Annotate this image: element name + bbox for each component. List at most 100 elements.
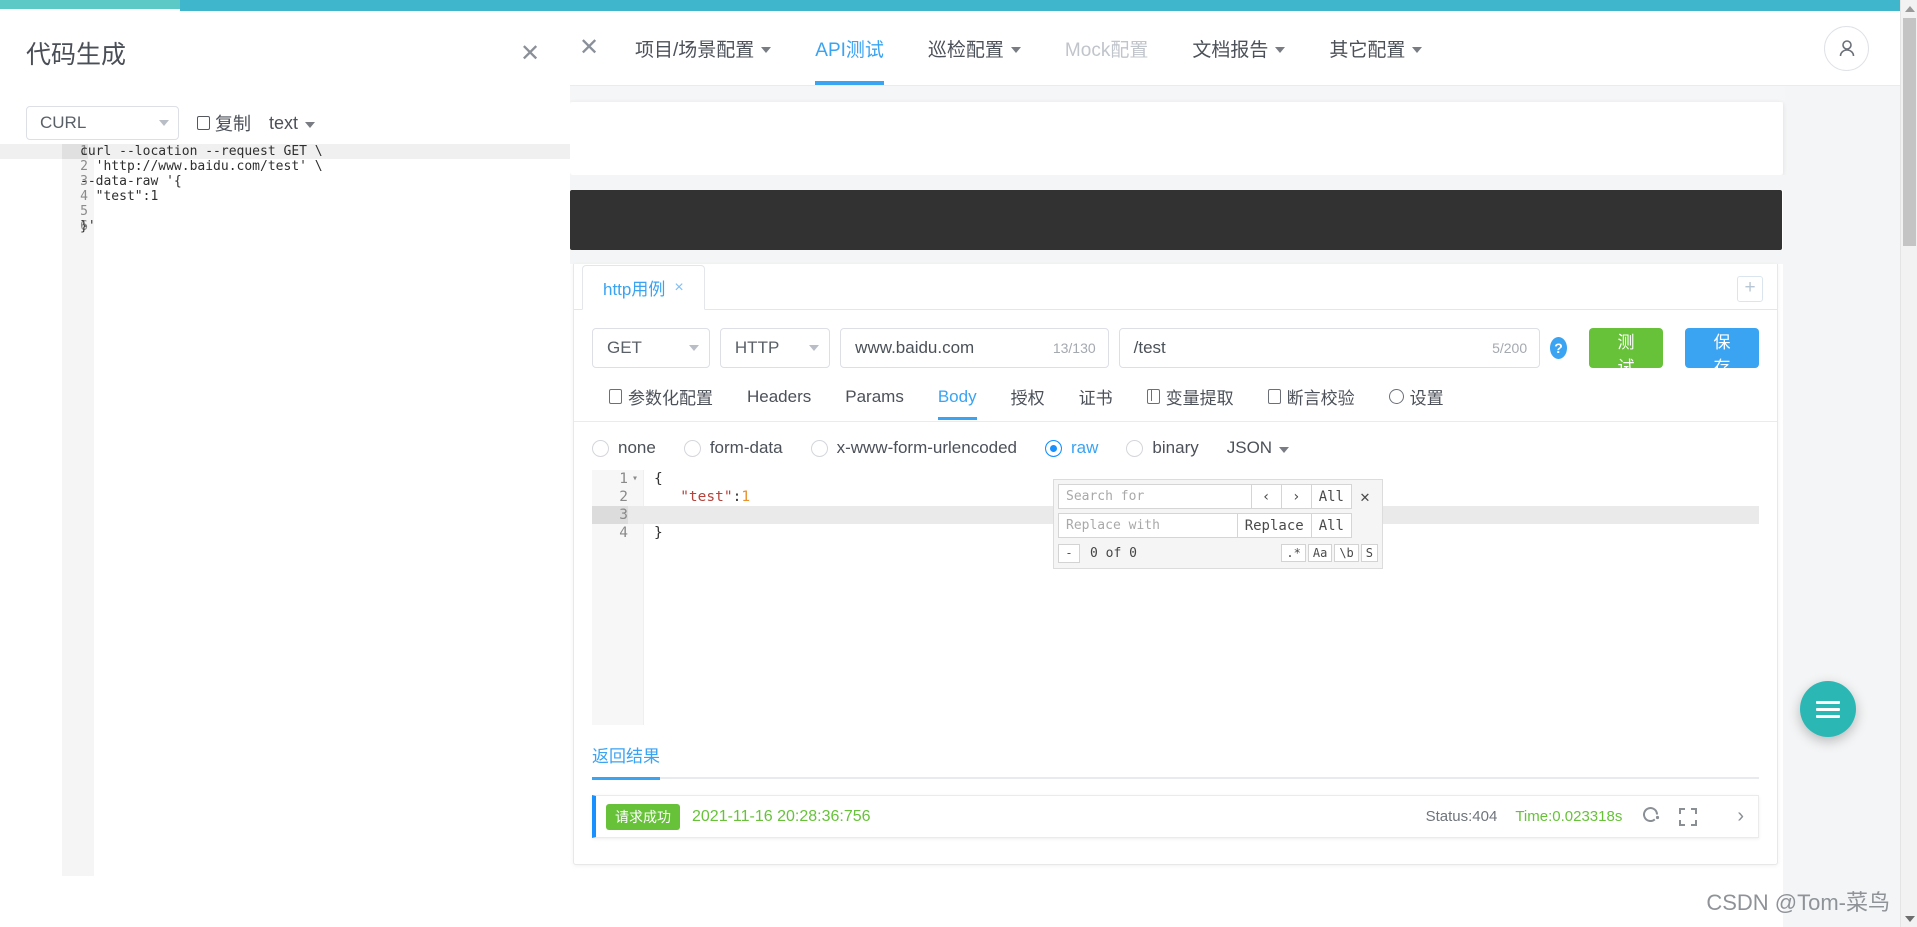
page-scrollbar[interactable]	[1900, 0, 1917, 927]
tab-certificate[interactable]: 证书	[1062, 384, 1130, 421]
tab-authorization[interactable]: 授权	[994, 384, 1062, 421]
flag-selection[interactable]: S	[1360, 544, 1378, 562]
radio-binary[interactable]: binary	[1126, 438, 1199, 458]
subtab-label: 证书	[1078, 389, 1113, 408]
add-tab-button[interactable]: +	[1737, 276, 1763, 302]
line-code: --data-raw '{	[80, 174, 182, 189]
search-collapse-button[interactable]: -	[1058, 543, 1080, 563]
page-background-right	[1783, 86, 1900, 927]
status-badge: 请求成功	[606, 803, 680, 830]
close-icon[interactable]: ×	[674, 279, 683, 297]
subtab-label: 参数化配置	[628, 389, 713, 408]
host-char-count: 13/130	[1052, 340, 1096, 356]
subtab-label: Body	[937, 386, 977, 406]
search-next-button[interactable]: ›	[1281, 484, 1312, 509]
result-tab-underline	[592, 777, 1759, 780]
line-code: }	[654, 525, 663, 541]
chevron-right-icon[interactable]: ›	[1737, 805, 1744, 828]
nav-item-inspection-config[interactable]: 巡检配置	[906, 11, 1043, 85]
subtab-label: 设置	[1409, 389, 1444, 408]
flag-whole-word[interactable]: \b	[1334, 544, 1359, 562]
nav-close-icon[interactable]: ✕	[565, 36, 613, 60]
modal-close-icon[interactable]: ✕	[520, 39, 540, 68]
tab-headers[interactable]: Headers	[730, 387, 828, 419]
radio-label: raw	[1071, 438, 1099, 457]
tab-params-config[interactable]: 参数化配置	[592, 384, 730, 421]
replace-spacer	[1352, 513, 1378, 538]
nav-item-other-config[interactable]: 其它配置	[1307, 11, 1444, 85]
save-button[interactable]: 保存	[1684, 328, 1759, 377]
scroll-up-icon[interactable]	[1901, 0, 1917, 17]
body-type-radios: none form-data x-www-form-urlencoded raw…	[574, 422, 1777, 470]
subtab-label: 变量提取	[1165, 389, 1234, 408]
flag-case-sensitive[interactable]: Aa	[1307, 544, 1333, 562]
result-row[interactable]: 请求成功 2021-11-16 20:28:36:756 Status:404 …	[592, 795, 1759, 838]
body-format-value: JSON	[1226, 438, 1273, 457]
avatar[interactable]	[1824, 25, 1869, 71]
help-icon[interactable]: ?	[1550, 337, 1567, 359]
background-gap-1	[570, 175, 1785, 190]
chevron-down-icon	[1275, 46, 1286, 53]
tab-variable-extract[interactable]: 变量提取	[1130, 384, 1251, 421]
scroll-down-icon[interactable]	[1901, 910, 1917, 927]
tab-body[interactable]: Body	[921, 386, 994, 420]
format-select[interactable]: text	[269, 112, 316, 134]
tab-settings[interactable]: 设置	[1372, 384, 1461, 421]
line-number: 1	[619, 471, 628, 487]
radio-label: x-www-form-urlencoded	[836, 438, 1018, 457]
scrollbar-thumb[interactable]	[1903, 18, 1916, 246]
nav-item-label: API测试	[815, 39, 884, 61]
radio-x-www-form-urlencoded[interactable]: x-www-form-urlencoded	[810, 438, 1018, 458]
background-gap-2	[570, 250, 1785, 264]
result-time: Time:0.023318s	[1515, 808, 1623, 825]
search-prev-button[interactable]: ‹	[1251, 484, 1282, 509]
nav-item-mock-config[interactable]: Mock配置	[1043, 11, 1170, 85]
expand-icon[interactable]	[1679, 807, 1698, 826]
tab-params[interactable]: Params	[828, 387, 921, 419]
refresh-icon[interactable]	[1640, 804, 1661, 830]
protocol-select[interactable]: HTTP	[719, 328, 831, 368]
body-format-select[interactable]: JSON	[1226, 438, 1290, 458]
nav-item-doc-report[interactable]: 文档报告	[1170, 11, 1307, 85]
avatar-wrapper	[1824, 25, 1869, 71]
result-tab[interactable]: 返回结果	[592, 742, 660, 777]
radio-label: binary	[1152, 438, 1199, 457]
copy-button[interactable]: 复制	[197, 110, 251, 136]
path-input[interactable]: /test 5/200	[1118, 328, 1541, 368]
nav-item-label: 文档报告	[1192, 39, 1269, 61]
floating-menu-button[interactable]	[1800, 681, 1856, 737]
generated-code-box[interactable]: 1 curl --location --request GET \ 2 'htt…	[0, 144, 570, 876]
nav-items: 项目/场景配置 API测试 巡检配置 Mock配置 文档报告 其它配置	[613, 11, 1444, 85]
radio-none[interactable]: none	[592, 438, 656, 458]
radio-raw[interactable]: raw	[1045, 438, 1098, 458]
format-value: text	[269, 112, 299, 133]
gear-icon	[1388, 389, 1404, 404]
replace-button[interactable]: Replace	[1237, 513, 1312, 538]
line-code: }'	[80, 219, 96, 234]
search-close-icon[interactable]: ✕	[1352, 484, 1378, 509]
replace-row: Replace with Replace All	[1058, 513, 1378, 538]
language-select[interactable]: CURL	[26, 106, 179, 140]
radio-form-data[interactable]: form-data	[683, 438, 783, 458]
subtab-label: Params	[845, 386, 904, 406]
replace-input[interactable]: Replace with	[1058, 513, 1238, 538]
copy-label: 复制	[215, 114, 251, 134]
tab-assertion[interactable]: 断言校验	[1251, 384, 1372, 421]
line-number: 3	[592, 506, 628, 524]
method-select[interactable]: GET	[592, 328, 710, 368]
assertion-icon	[1267, 389, 1281, 404]
replace-all-button[interactable]: All	[1311, 513, 1352, 538]
nav-item-project-scene[interactable]: 项目/场景配置	[613, 11, 793, 85]
case-tab-http[interactable]: http用例 ×	[582, 265, 705, 310]
nav-item-api-test[interactable]: API测试	[793, 11, 906, 85]
fold-icon[interactable]: ▾	[632, 470, 638, 488]
flag-regex[interactable]: .*	[1281, 544, 1306, 562]
copy-icon	[197, 116, 210, 130]
test-button[interactable]: 测试	[1588, 328, 1663, 377]
host-input[interactable]: www.baidu.com 13/130	[840, 328, 1109, 368]
search-all-button[interactable]: All	[1311, 484, 1352, 509]
search-input[interactable]: Search for	[1058, 484, 1252, 509]
radio-dot	[592, 439, 609, 457]
top-navigation-bar: ✕ 项目/场景配置 API测试 巡检配置 Mock配置 文档报告 其它配置	[565, 11, 1917, 86]
language-value: CURL	[40, 113, 87, 132]
